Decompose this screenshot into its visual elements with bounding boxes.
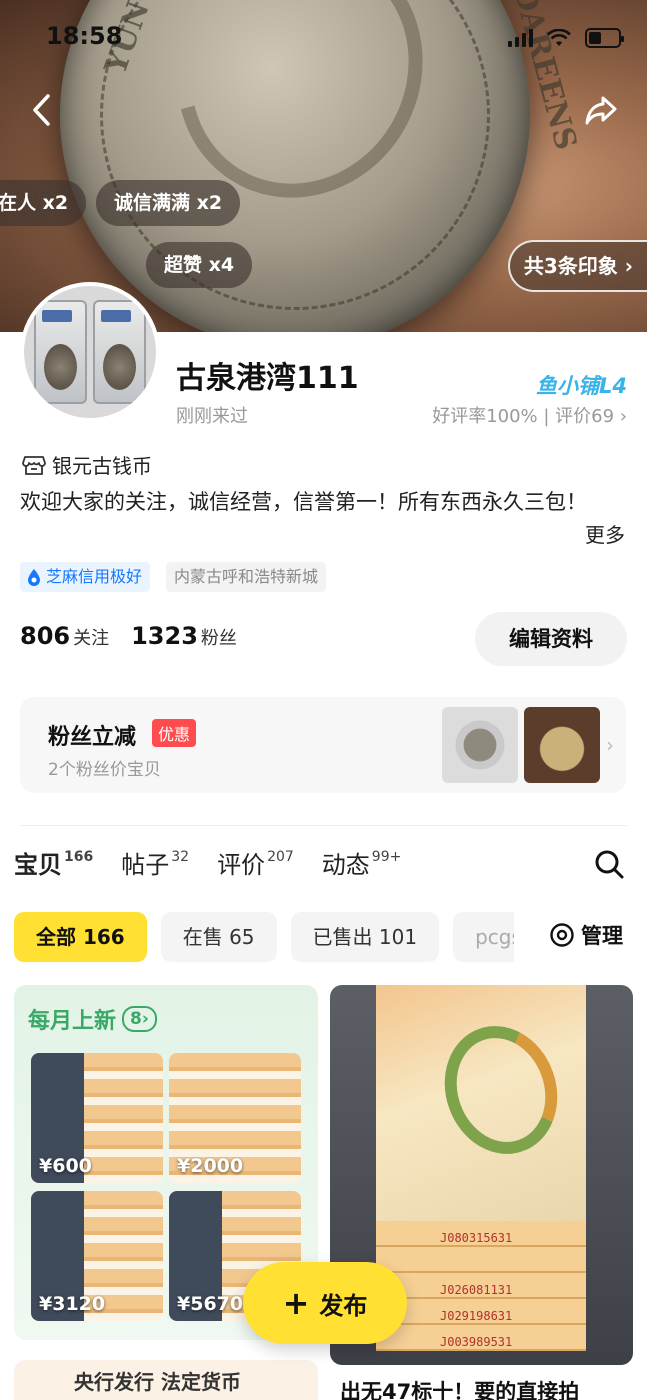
followers-stat[interactable]: 1323 粉丝 — [131, 622, 237, 650]
shop-name: 古泉港湾111 — [176, 361, 359, 396]
fan-discount-title: 粉丝立减 — [48, 725, 137, 750]
filter-all[interactable]: 全部 166 — [14, 912, 147, 962]
settings-icon — [550, 923, 574, 947]
tab-posts[interactable]: 帖子 32 — [121, 845, 189, 880]
impression-chip[interactable]: 超赞 x4 — [146, 242, 253, 288]
impression-chip[interactable]: 在人 x2 — [0, 180, 87, 226]
tab-items[interactable]: 宝贝 166 — [14, 845, 93, 880]
product-price: ¥5670 — [177, 1293, 244, 1315]
serial-number: J003989531 — [440, 1335, 513, 1349]
manage-label: 管理 — [581, 924, 623, 948]
location-tag: 内蒙古呼和浩特新城 — [166, 562, 327, 592]
product-thumbnail[interactable]: ¥3120 — [31, 1191, 163, 1321]
product-price: ¥3120 — [39, 1293, 106, 1315]
following-label: 关注 — [73, 628, 110, 649]
more-button[interactable]: 更多 — [585, 519, 625, 548]
monthly-new-title: 每月上新 8› — [28, 1003, 157, 1035]
avatar[interactable] — [20, 282, 160, 422]
shop-icon — [22, 455, 46, 475]
serial-number: J029198631 — [440, 1309, 513, 1323]
follow-counts: 806 关注 1323 粉丝 — [20, 622, 237, 650]
product-thumbnail[interactable] — [524, 707, 600, 783]
filter-sold[interactable]: 已售出 101 — [290, 912, 440, 962]
credit-tag[interactable]: 芝麻信用极好 — [20, 562, 151, 592]
discount-badge: 优惠 — [152, 719, 197, 747]
credit-icon — [28, 569, 40, 586]
impressions-button[interactable]: 共3条印象 › — [507, 240, 647, 292]
rating-link[interactable]: 好评率100% | 评价69 › — [432, 402, 627, 428]
filter-bar: 全部 166 在售 65 已售出 101 pcgs — [14, 912, 514, 962]
content-tabs: 宝贝 166 帖子 32 评价 207 动态 99+ — [14, 845, 401, 880]
chevron-right-icon: › — [606, 733, 614, 757]
shop-bio: 欢迎大家的关注，诚信经营，信誉第一！所有东西永久三包！ — [20, 490, 587, 514]
signal-icon — [508, 29, 533, 47]
product-title[interactable]: 出无47标十！要的直接拍 — [340, 1376, 640, 1400]
publish-button[interactable]: + 发布 — [243, 1262, 407, 1344]
edit-profile-button[interactable]: 编辑资料 — [475, 612, 627, 666]
filter-pcgs[interactable]: pcgs — [453, 912, 514, 962]
last-seen: 刚刚来过 — [176, 406, 248, 427]
shop-category: 银元古钱币 — [22, 450, 152, 479]
back-arrow-icon[interactable] — [24, 90, 64, 130]
plus-icon: + — [282, 1284, 310, 1322]
divider — [20, 825, 627, 826]
status-time: 18:58 — [46, 22, 123, 50]
tab-activity[interactable]: 动态 99+ — [322, 845, 402, 880]
shop-level-badge[interactable]: 鱼小铺L4 — [536, 370, 627, 400]
promo-text: 央行发行 法定货币 — [74, 1370, 241, 1394]
search-icon[interactable] — [593, 848, 625, 880]
battery-icon — [585, 28, 624, 48]
tab-reviews[interactable]: 评价 207 — [217, 845, 294, 880]
followers-label: 粉丝 — [200, 628, 237, 649]
filter-on-sale[interactable]: 在售 65 — [160, 912, 277, 962]
share-icon[interactable] — [581, 90, 621, 130]
status-icons — [508, 28, 624, 48]
credit-tag-label: 芝麻信用极好 — [46, 567, 143, 586]
coin-image: YUN DAREENS — [60, 0, 583, 332]
product-thumbnail[interactable]: ¥600 — [31, 1053, 163, 1183]
product-price: ¥2000 — [177, 1155, 244, 1177]
monthly-new-count: 8› — [122, 1006, 157, 1032]
product-thumbnail[interactable]: ¥2000 — [169, 1053, 301, 1183]
promo-card[interactable]: 央行发行 法定货币 — [14, 1360, 318, 1400]
product-price: ¥600 — [39, 1155, 92, 1177]
fan-discount-card[interactable]: 粉丝立减 优惠 2个粉丝价宝贝 › — [20, 697, 626, 793]
product-thumbnail[interactable] — [442, 707, 518, 783]
fan-discount-subtitle: 2个粉丝价宝贝 — [48, 760, 161, 780]
serial-number: J080315631 — [440, 1231, 513, 1245]
publish-label: 发布 — [319, 1291, 368, 1320]
wifi-icon — [547, 29, 571, 46]
impression-chip[interactable]: 诚信满满 x2 — [96, 180, 241, 226]
category-label: 银元古钱币 — [52, 454, 152, 478]
serial-number: J026081131 — [440, 1283, 513, 1297]
manage-button[interactable]: 管理 — [549, 920, 623, 950]
followers-count: 1323 — [131, 622, 198, 650]
following-count: 806 — [20, 622, 71, 650]
following-stat[interactable]: 806 关注 — [20, 622, 109, 650]
